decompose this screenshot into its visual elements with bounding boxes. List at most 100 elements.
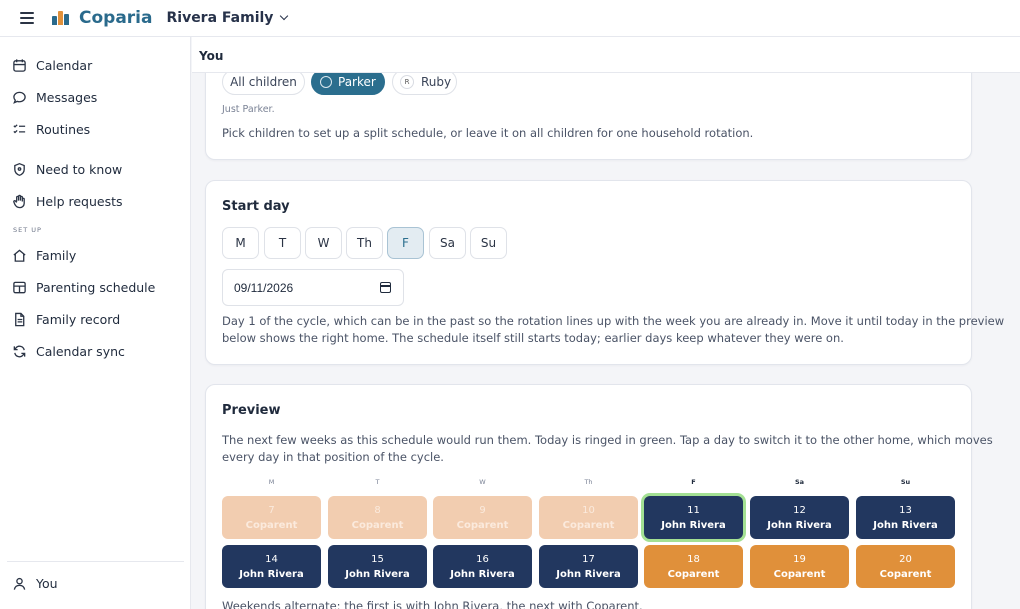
preview-summary: Weekends alternate: the first is with Jo…	[222, 599, 643, 609]
preview-day-cell[interactable]: 10 Coparent	[539, 496, 638, 539]
day-home: John Rivera	[450, 568, 515, 580]
weekday-header: F	[691, 478, 696, 486]
sidebar-item-routines[interactable]: Routines	[12, 117, 90, 141]
calendar-icon	[13, 58, 26, 72]
brand-logo	[52, 11, 69, 25]
chip-label: Ruby	[421, 75, 452, 89]
day-home: Coparent	[456, 519, 509, 531]
sync-icon	[13, 345, 26, 357]
chevron-down-icon	[280, 11, 289, 21]
day-number: 8	[374, 504, 381, 516]
preview-day-cell[interactable]: 20 Coparent	[856, 545, 955, 588]
sidebar-item-label: Calendar	[36, 57, 93, 73]
day-number: 13	[899, 504, 912, 516]
day-button-th[interactable]: Th	[346, 227, 383, 259]
day-home: John Rivera	[767, 519, 832, 531]
weekday-header: Sa	[794, 478, 805, 486]
preview-day-cell[interactable]: 18 Coparent	[644, 545, 743, 588]
sidebar-item-label: Parenting schedule	[36, 279, 156, 295]
sidebar-item-label: Help requests	[36, 193, 123, 209]
day-home: Coparent	[245, 519, 298, 531]
hand-icon	[13, 194, 25, 208]
preview-day-cell[interactable]: 14 John Rivera	[222, 545, 321, 588]
day-number: 7	[268, 504, 275, 516]
preview-day-cell[interactable]: 8 Coparent	[328, 496, 427, 539]
calendar-icon[interactable]	[380, 282, 391, 293]
brand-name: Coparia	[79, 8, 153, 28]
preview-day-cell[interactable]: 19 Coparent	[750, 545, 849, 588]
preview-day-cell-today[interactable]: 11 John Rivera	[644, 496, 743, 539]
top-bar: Coparia Rivera Family	[0, 0, 1020, 37]
day-number: 16	[476, 553, 489, 565]
day-number: 9	[479, 504, 486, 516]
day-button-su[interactable]: Su	[470, 227, 507, 259]
preview-title: Preview	[222, 403, 281, 418]
start-date-value: 09/11/2026	[234, 280, 294, 295]
sidebar-item-messages[interactable]: Messages	[12, 85, 97, 109]
sidebar-item-you[interactable]: You	[12, 571, 58, 595]
family-switcher[interactable]: Rivera Family	[166, 10, 289, 26]
day-button-m[interactable]: M	[222, 227, 259, 259]
day-number: 14	[265, 553, 278, 565]
setup-section-label: SET UP	[13, 226, 42, 234]
day-number: 19	[793, 553, 806, 565]
sidebar-item-calendar-sync[interactable]: Calendar sync	[12, 339, 125, 363]
day-home: John Rivera	[239, 568, 304, 580]
sidebar-item-need-to-know[interactable]: Need to know	[12, 157, 122, 181]
avatar: R	[400, 75, 414, 89]
day-home: John Rivera	[556, 568, 621, 580]
sidebar-item-parenting-schedule[interactable]: Parenting schedule	[12, 275, 155, 299]
preview-day-cell[interactable]: 9 Coparent	[433, 496, 532, 539]
day-number: 20	[899, 553, 912, 565]
children-help-text: Pick children to set up a split schedule…	[222, 126, 754, 140]
preview-day-cell[interactable]: 7 Coparent	[222, 496, 321, 539]
checklist-icon	[13, 123, 26, 133]
day-home: Coparent	[667, 568, 720, 580]
sidebar-item-family[interactable]: Family	[12, 243, 76, 267]
day-number: 15	[371, 553, 384, 565]
sidebar-item-family-record[interactable]: Family record	[12, 307, 120, 331]
weekday-header: M	[268, 478, 275, 486]
start-date-input[interactable]: 09/11/2026	[222, 269, 404, 306]
preview-day-cell[interactable]: 15 John Rivera	[328, 545, 427, 588]
page-title: You	[199, 49, 224, 63]
day-home: Coparent	[773, 568, 826, 580]
sidebar-item-label: Routines	[36, 121, 91, 137]
document-icon	[15, 312, 25, 326]
weekday-header: T	[375, 478, 380, 486]
preview-day-cell[interactable]: 12 John Rivera	[750, 496, 849, 539]
selection-status: Just Parker.	[222, 104, 275, 115]
sidebar-item-help-requests[interactable]: Help requests	[12, 189, 123, 213]
sidebar-item-calendar[interactable]: Calendar	[12, 53, 92, 77]
sidebar-item-label: You	[36, 575, 58, 591]
day-number: 17	[582, 553, 595, 565]
day-button-f[interactable]: F	[387, 227, 424, 259]
page-header: You	[192, 37, 1020, 73]
home-icon	[13, 248, 26, 262]
chat-bubble-icon	[13, 91, 26, 104]
preview-day-cell[interactable]: 16 John Rivera	[433, 545, 532, 588]
weekday-header: Th	[584, 478, 593, 486]
chip-label: All children	[230, 75, 297, 89]
preview-day-cell[interactable]: 17 John Rivera	[539, 545, 638, 588]
day-home: Coparent	[879, 568, 932, 580]
family-name: Rivera Family	[166, 10, 274, 26]
chip-label: Parker	[338, 75, 376, 89]
sidebar-item-label: Calendar sync	[36, 343, 125, 359]
sidebar-divider	[7, 561, 184, 562]
day-button-w[interactable]: W	[305, 227, 342, 259]
sidebar: Calendar Messages Routines Need to know …	[0, 37, 191, 609]
sidebar-item-label: Family record	[36, 311, 121, 327]
sidebar-item-label: Need to know	[36, 161, 123, 177]
day-home: John Rivera	[345, 568, 410, 580]
day-button-sa[interactable]: Sa	[429, 227, 466, 259]
day-number: 11	[687, 504, 700, 516]
preview-day-cell[interactable]: 13 John Rivera	[856, 496, 955, 539]
day-number: 10	[582, 504, 595, 516]
menu-icon[interactable]	[20, 12, 34, 24]
start-day-help-line-1: Day 1 of the cycle, which can be in the …	[222, 314, 1005, 328]
day-button-t[interactable]: T	[264, 227, 301, 259]
weekday-header: Su	[900, 478, 911, 486]
day-number: 12	[793, 504, 806, 516]
preview-help-line-1: The next few weeks as this schedule woul…	[222, 433, 993, 447]
